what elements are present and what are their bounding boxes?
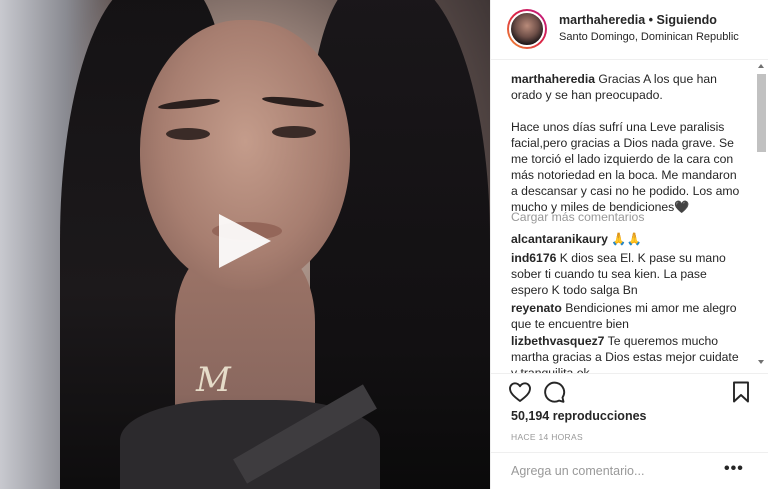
- post-header: marthaheredia • Siguiendo Santo Domingo,…: [491, 0, 768, 60]
- caption: marthaheredia Gracias A los que han orad…: [511, 71, 743, 231]
- eye-right: [272, 126, 316, 138]
- comment-username[interactable]: ind6176: [511, 251, 556, 265]
- follow-status-button[interactable]: Siguiendo: [657, 13, 717, 27]
- views-count[interactable]: 50,194 reproducciones: [511, 409, 646, 423]
- post-timestamp[interactable]: HACE 14 HORAS: [511, 432, 583, 442]
- necklace-pendant: M: [196, 360, 231, 400]
- comment-username[interactable]: reyenato: [511, 301, 562, 315]
- avatar-image: [509, 11, 545, 47]
- heart-icon[interactable]: [508, 380, 534, 406]
- comments-section[interactable]: marthaheredia Gracias A los que han orad…: [491, 61, 768, 374]
- add-comment-bar: •••: [491, 452, 768, 489]
- comments-scrollbar[interactable]: [757, 64, 766, 364]
- comment-username[interactable]: lizbethvasquez7: [511, 334, 604, 348]
- caption-username[interactable]: marthaheredia: [511, 72, 595, 86]
- post-sidebar: marthaheredia • Siguiendo Santo Domingo,…: [490, 0, 768, 489]
- action-bar: [491, 374, 768, 414]
- comment-text: 🙏🙏: [611, 232, 642, 246]
- comment-input[interactable]: [511, 461, 721, 481]
- play-icon[interactable]: [219, 214, 271, 268]
- scroll-thumb[interactable]: [757, 74, 766, 152]
- scroll-down-arrow-icon[interactable]: [758, 360, 764, 364]
- caption-text-2: Hace unos días sufrí una Leve paralisis …: [511, 120, 740, 214]
- load-more-comments-link[interactable]: Cargar más comentarios: [511, 210, 644, 224]
- comment-item: reyenato Bendiciones mi amor me alegro q…: [511, 300, 743, 332]
- instagram-post: M marthaheredia • Siguiendo Santo Doming…: [0, 0, 768, 489]
- bookmark-icon[interactable]: [729, 380, 755, 406]
- location-link[interactable]: Santo Domingo, Dominican Republic: [559, 31, 739, 43]
- header-username[interactable]: marthaheredia: [559, 13, 645, 27]
- header-separator: •: [648, 13, 654, 27]
- comment-item: lizbethvasquez7 Te queremos mucho martha…: [511, 333, 743, 373]
- avatar[interactable]: [507, 9, 547, 49]
- comment-item: ind6176 K dios sea El. K pase su mano so…: [511, 250, 743, 298]
- scroll-up-arrow-icon[interactable]: [758, 64, 764, 68]
- comment-username[interactable]: alcantaranikaury: [511, 232, 608, 246]
- speech-bubble-icon[interactable]: [542, 380, 568, 406]
- more-options-button[interactable]: •••: [724, 461, 744, 478]
- comment-item: alcantaranikaury 🙏🙏: [511, 231, 743, 247]
- video-player[interactable]: M: [0, 0, 490, 489]
- eye-left: [166, 128, 210, 140]
- header-user-line: marthaheredia • Siguiendo: [559, 13, 717, 27]
